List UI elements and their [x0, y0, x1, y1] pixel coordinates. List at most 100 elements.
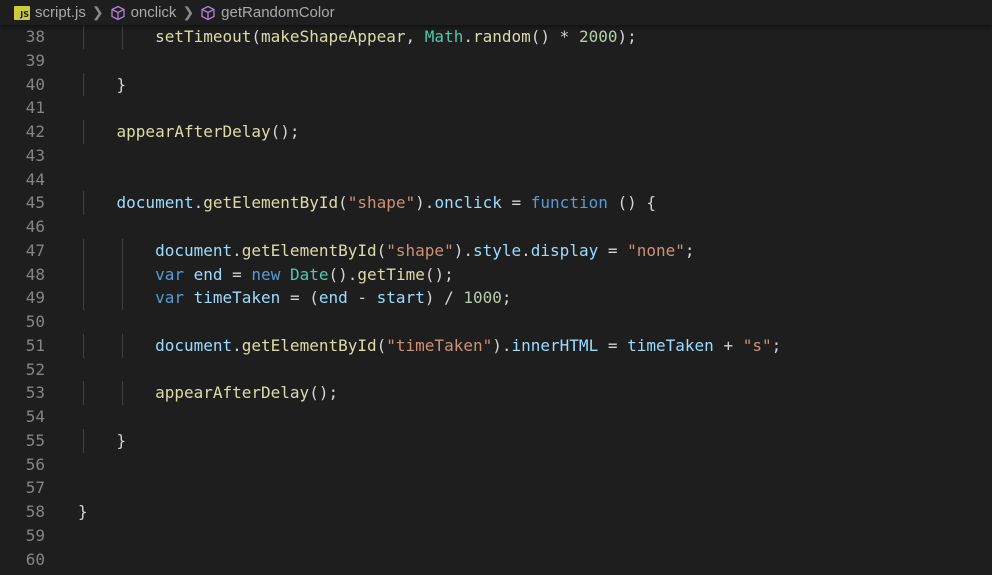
code-token: var — [155, 288, 184, 308]
breadcrumb-symbol-getrandomcolor[interactable]: getRandomColor — [200, 4, 335, 21]
code-line[interactable]: 60 — [0, 548, 992, 572]
code-line[interactable]: 59 — [0, 524, 992, 548]
code-token: makeShapeAppear — [261, 27, 406, 46]
code-token: = — [598, 335, 628, 355]
breadcrumb-symbol-onclick[interactable]: onclick — [110, 4, 177, 21]
code-line[interactable]: 53 appearAfterDelay(); — [0, 381, 992, 405]
code-line[interactable]: 57 — [0, 476, 992, 500]
code-token: . — [193, 193, 204, 213]
line-number: 58 — [25, 502, 45, 521]
code-text: } — [45, 500, 88, 524]
code-line[interactable]: 39 — [0, 49, 992, 73]
code-text: } — [45, 72, 127, 97]
code-token: timeTaken — [193, 288, 281, 308]
code-text: var timeTaken = (end - start) / 1000; — [45, 286, 512, 310]
line-number: 49 — [25, 288, 45, 308]
code-token: (); — [309, 383, 339, 403]
code-token: } — [116, 74, 127, 94]
code-line[interactable]: 58} — [0, 500, 992, 524]
indent-guide — [83, 238, 84, 263]
code-editor[interactable]: 38 setTimeout(makeShapeAppear, Math.rand… — [0, 25, 992, 575]
line-number: 53 — [25, 383, 45, 403]
code-line[interactable]: 47 document.getElementById("shape").styl… — [0, 238, 992, 263]
code-token: ). — [453, 240, 473, 260]
code-token: Date — [289, 264, 329, 284]
breadcrumb-symbol-label: onclick — [130, 4, 177, 21]
line-number: 46 — [25, 217, 45, 236]
line-number: 45 — [25, 193, 45, 213]
code-token: innerHTML — [511, 335, 599, 355]
indent-guide — [83, 191, 84, 215]
line-number: 56 — [25, 454, 45, 474]
code-token: + — [713, 335, 743, 355]
code-token: (); — [424, 264, 454, 284]
code-line[interactable]: 44 — [0, 168, 992, 192]
code-line[interactable]: 51 document.getElementById("timeTaken").… — [0, 333, 992, 358]
code-token: ; — [771, 335, 782, 355]
code-line[interactable]: 49 var timeTaken = (end - start) / 1000; — [0, 286, 992, 310]
code-token: var — [155, 264, 184, 284]
line-number: 44 — [25, 169, 45, 189]
code-token: ( — [376, 335, 387, 355]
line-number: 48 — [25, 264, 45, 284]
line-number: 54 — [25, 407, 45, 426]
javascript-file-icon: JS — [14, 5, 30, 20]
code-token: new — [251, 264, 281, 284]
code-token: . — [521, 240, 531, 260]
code-token: ; — [501, 288, 512, 308]
code-text: document.getElementById("shape").onclick… — [45, 191, 656, 215]
code-token: 2000 — [578, 27, 618, 46]
code-token: getElementById — [203, 193, 339, 213]
code-line[interactable]: 38 setTimeout(makeShapeAppear, Math.rand… — [0, 25, 992, 49]
code-token: start — [376, 288, 425, 308]
code-line[interactable]: 55 } — [0, 428, 992, 453]
code-line[interactable]: 54 — [0, 405, 992, 429]
code-text: setTimeout(makeShapeAppear, Math.random(… — [45, 25, 637, 49]
code-token: ); — [617, 27, 637, 46]
code-token: ( — [251, 27, 262, 46]
code-line[interactable]: 52 — [0, 358, 992, 382]
line-number: 50 — [25, 312, 45, 331]
breadcrumb-file[interactable]: JS script.js — [14, 4, 86, 21]
code-line[interactable]: 45 document.getElementById("shape").oncl… — [0, 191, 992, 215]
indent-guide — [121, 262, 123, 287]
code-token: timeTaken — [627, 335, 714, 355]
code-line[interactable]: 42 appearAfterDelay(); — [0, 120, 992, 144]
code-token: ( — [376, 240, 387, 260]
code-line[interactable]: 48 var end = new Date().getTime(); — [0, 262, 992, 287]
indent-guide — [121, 238, 123, 263]
indent-guide — [121, 333, 123, 358]
code-token: Math — [424, 27, 464, 46]
code-token: display — [530, 240, 599, 260]
code-token: "timeTaken" — [386, 335, 493, 355]
code-token: ; — [684, 240, 695, 260]
code-line[interactable]: 41 — [0, 96, 992, 120]
code-token: ). — [415, 193, 435, 213]
code-line[interactable]: 43 — [0, 144, 992, 168]
code-token: ( — [338, 193, 348, 213]
code-line[interactable]: 46 — [0, 215, 992, 239]
code-text: appearAfterDelay(); — [45, 120, 300, 144]
code-token: function — [530, 193, 608, 213]
code-line[interactable]: 56 — [0, 453, 992, 477]
code-line[interactable]: 40 } — [0, 72, 992, 97]
line-number: 43 — [25, 145, 45, 165]
code-token: end — [318, 288, 348, 308]
indent-guide — [83, 120, 84, 144]
code-token: } — [116, 430, 127, 450]
method-cube-icon — [201, 5, 215, 20]
line-number: 41 — [25, 98, 45, 118]
code-token: random — [472, 27, 531, 46]
code-line[interactable]: 50 — [0, 310, 992, 334]
indent-guide — [83, 286, 84, 310]
code-token: . — [232, 335, 242, 355]
line-number: 55 — [25, 430, 45, 450]
code-token: = ( — [280, 288, 319, 308]
line-number: 47 — [25, 240, 45, 260]
